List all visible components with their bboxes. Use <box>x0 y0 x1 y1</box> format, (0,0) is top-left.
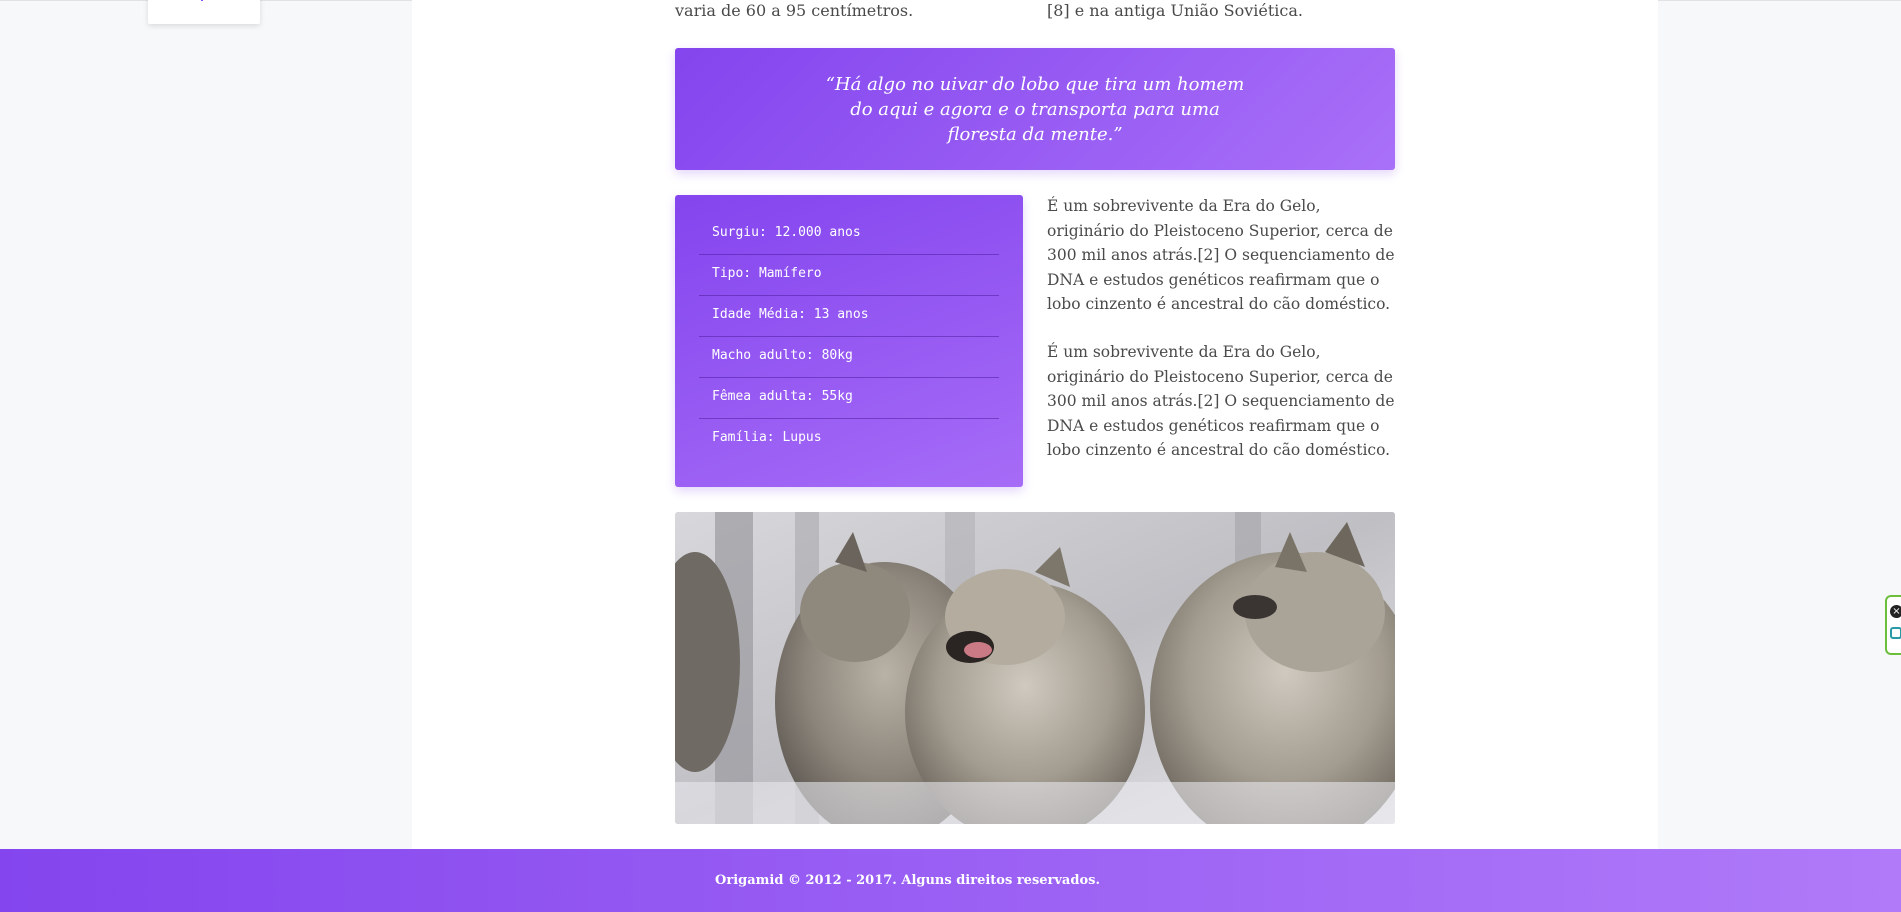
browser-extension-widget[interactable]: × <box>1885 595 1901 655</box>
menu-indicator-icon <box>201 0 203 1</box>
wolves-photo-illustration <box>675 512 1395 824</box>
fact-item: Macho adulto: 80kg <box>699 338 999 378</box>
quote-block: “Há algo no uivar do lobo que tira um ho… <box>675 48 1395 170</box>
side-menu-card[interactable] <box>148 0 260 24</box>
fact-item: Tipo: Mamífero <box>699 256 999 296</box>
intro-text-right: [8] e na antiga União Soviética. <box>1047 1 1304 20</box>
fact-item: Surgiu: 12.000 anos <box>699 215 999 255</box>
footer-copyright: Origamid © 2012 - 2017. Alguns direitos … <box>715 873 1100 888</box>
extension-icon[interactable] <box>1890 627 1901 639</box>
facts-card: Surgiu: 12.000 anos Tipo: Mamífero Idade… <box>675 195 1023 487</box>
body-paragraph: É um sobrevivente da Era do Gelo, origin… <box>1047 197 1395 313</box>
fact-item: Idade Média: 13 anos <box>699 297 999 337</box>
fact-item: Fêmea adulta: 55kg <box>699 379 999 419</box>
fact-item: Família: Lupus <box>712 430 822 445</box>
body-paragraph: É um sobrevivente da Era do Gelo, origin… <box>1047 343 1395 459</box>
facts-list: Surgiu: 12.000 anos Tipo: Mamífero Idade… <box>675 195 1023 460</box>
close-icon[interactable]: × <box>1890 605 1901 618</box>
footer: Origamid © 2012 - 2017. Alguns direitos … <box>0 849 1901 912</box>
intro-text-left: varia de 60 a 95 centímetros. <box>675 1 914 20</box>
wolves-photo <box>675 512 1395 824</box>
page: varia de 60 a 95 centímetros. [8] e na a… <box>0 0 1901 912</box>
quote-text: “Há algo no uivar do lobo que tira um ho… <box>825 73 1245 145</box>
